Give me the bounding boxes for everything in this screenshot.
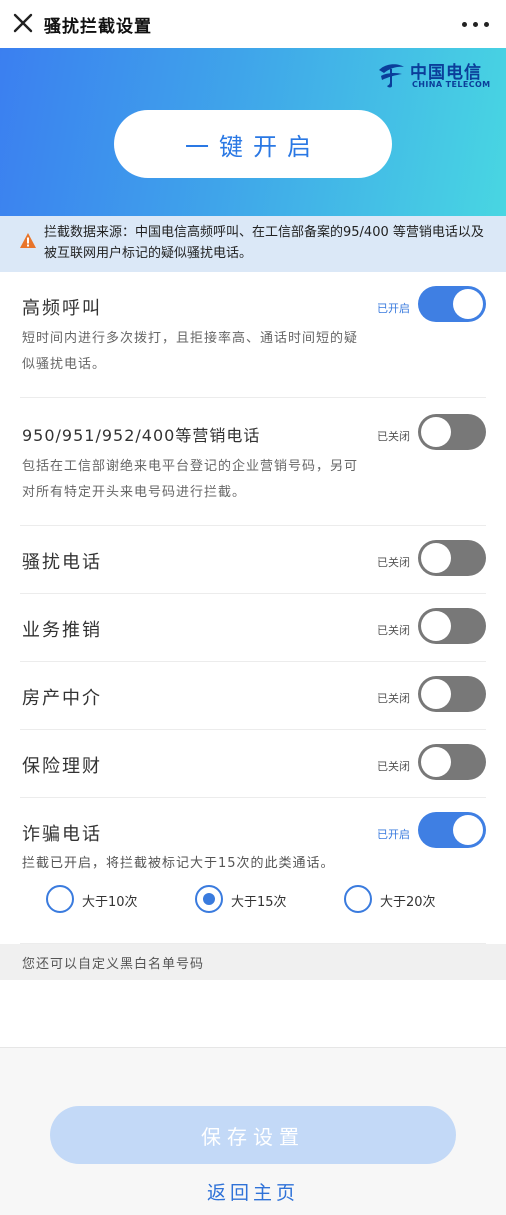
setting-description: 包括在工信部谢绝来电平台登记的企业营销号码，另可对所有特定开头来电号码进行拦截。 [22,459,359,500]
save-settings-button[interactable]: 保存设置 [50,1106,456,1164]
setting-marketing-numbers: 950/951/952/400等营销电话 已关闭 包括在工信部谢绝来电平台登记的… [20,398,486,526]
setting-sales-promotion: 业务推销 已关闭 [20,594,486,662]
hero-banner: 中国电信 CHINA TELECOM 一键开启 [0,48,506,216]
setting-name: 高频呼叫 [22,298,102,319]
status-label: 已关闭 [377,430,410,443]
back-to-home-link[interactable]: 返回主页 [0,1178,506,1205]
setting-harassment: 骚扰电话 已关闭 [20,526,486,594]
setting-name: 保险理财 [22,756,102,777]
setting-name: 骚扰电话 [22,552,102,573]
status-label: 已关闭 [377,760,410,773]
data-source-notice: 拦截数据来源：中国电信高频呼叫、在工信部备案的95/400 等营销电话以及被互联… [0,216,506,272]
china-telecom-logo: 中国电信 CHINA TELECOM [376,58,494,92]
radio-label: 大于20次 [380,895,436,910]
radio-label: 大于15次 [231,895,287,910]
setting-name: 房产中介 [22,688,102,709]
toggle-switch[interactable] [418,812,486,848]
logo-text-en: CHINA TELECOM [412,80,491,89]
top-bar: 骚扰拦截设置 [0,0,506,48]
toggle-switch[interactable] [418,414,486,450]
close-icon[interactable] [10,10,36,36]
toggle-switch[interactable] [418,286,486,322]
radio-selected-dot [203,893,215,905]
setting-insurance: 保险理财 已关闭 [20,730,486,798]
setting-name: 诈骗电话 [22,824,102,845]
notice-text: 拦截数据来源：中国电信高频呼叫、在工信部备案的95/400 等营销电话以及被互联… [44,225,484,261]
setting-description: 短时间内进行多次拨打，且拒接率高、通话时间短的疑似骚扰电话。 [22,331,359,372]
custom-list-label: 您还可以自定义黑白名单号码 [22,957,205,972]
setting-name: 业务推销 [22,620,102,641]
toggle-switch[interactable] [418,744,486,780]
one-key-enable-button[interactable]: 一键开启 [114,110,392,178]
page-title: 骚扰拦截设置 [44,17,152,37]
status-label: 已关闭 [377,556,410,569]
warning-icon [20,233,36,248]
radio-circle [344,885,372,913]
status-label: 已开启 [377,302,410,315]
more-icon[interactable] [458,8,494,38]
fraud-threshold-description: 拦截已开启，将拦截被标记大于15次的此类通话。 [22,856,335,871]
footer: 保存设置 返回主页 [0,1048,506,1215]
radio-circle [195,885,223,913]
setting-real-estate: 房产中介 已关闭 [20,662,486,730]
custom-list-area [0,980,506,1048]
toggle-switch[interactable] [418,540,486,576]
status-label: 已关闭 [377,692,410,705]
status-label: 已开启 [377,828,410,841]
toggle-switch[interactable] [418,608,486,644]
setting-fraud: 诈骗电话 已开启 [20,798,486,944]
setting-name: 950/951/952/400等营销电话 [22,426,261,445]
telecom-logo-icon [379,64,404,88]
radio-label: 大于10次 [82,895,138,910]
custom-list-link[interactable]: 您还可以自定义黑白名单号码 [0,944,506,980]
radio-circle [46,885,74,913]
setting-high-frequency: 高频呼叫 已开启 短时间内进行多次拨打，且拒接率高、通话时间短的疑似骚扰电话。 [20,272,486,398]
toggle-switch[interactable] [418,676,486,712]
status-label: 已关闭 [377,624,410,637]
